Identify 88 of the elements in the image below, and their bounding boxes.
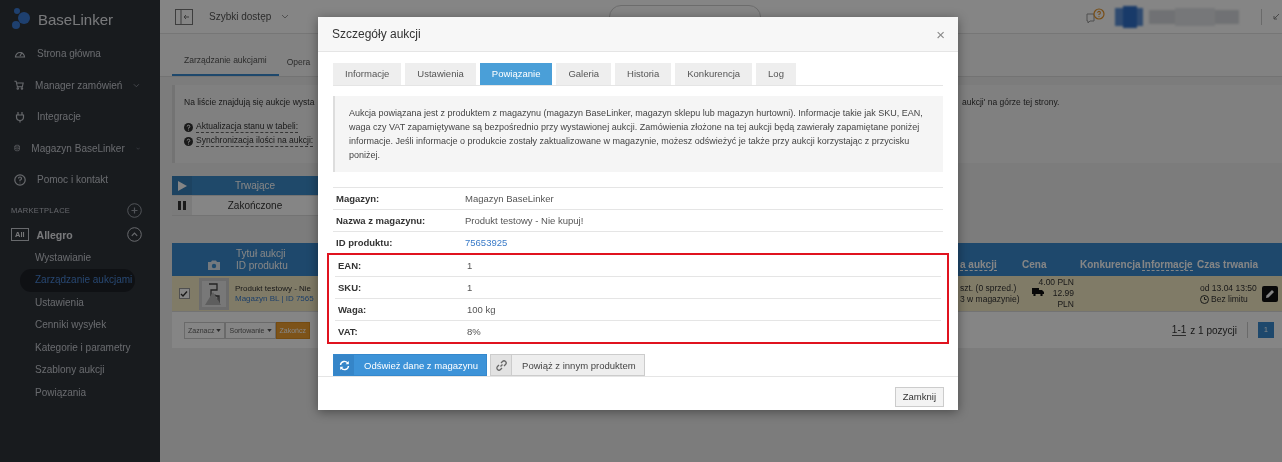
info-text: aukcji' na górze tej strony. [962,97,1061,107]
product-id-link[interactable]: 75653925 [465,237,508,248]
detail-value: 8% [467,326,481,337]
logo-icon [12,8,32,30]
start-date-text: od 13.04 13:50 [1200,282,1258,294]
detail-value: 1 [467,260,473,271]
status-filter-tab[interactable]: Trwające [172,176,318,196]
refresh-icon [338,359,350,371]
detail-label: EAN: [338,260,363,271]
column-header: Cena [1022,259,1047,270]
submenu-item[interactable]: Powiązania [0,381,160,404]
detail-label: Nazwa z magazynu: [336,215,427,226]
help-icon [184,122,193,132]
detail-value: 100 kg [467,304,496,315]
play-icon [177,180,187,191]
column-header[interactable]: Informacje [1142,258,1193,271]
chevron-down-icon [281,14,290,19]
sidebar-toggle-icon[interactable] [175,8,193,25]
column-header: Konkurencja [1080,259,1141,270]
detail-label: SKU: [338,282,363,293]
detail-label: Waga: [338,304,368,315]
nav-item[interactable]: Strona główna [0,38,160,70]
status-filter-tab[interactable]: Zakończone [172,196,318,216]
duration-text: Bez limitu [1211,293,1248,305]
detail-label: Magazyn: [336,193,381,204]
help-chat-icon[interactable] [1085,7,1105,26]
collapse-arrow-icon[interactable] [1272,11,1280,22]
clock-icon [1200,294,1209,304]
dialog-tab[interactable]: Historia [615,63,672,85]
dialog-tab[interactable]: Log [756,63,796,85]
link-product-button[interactable]: Powiąż z innym produktem [490,354,645,376]
price-text: 4.00 PLN [1038,277,1074,288]
column-header: Czas trwania [1197,259,1259,270]
quantity-cell: szt. (0 sprzed.) 3 w magazynie) [960,282,1020,305]
marketplace-label: Allegro [36,228,74,241]
submenu-item[interactable]: Zarządzanie aukcjami [20,269,135,292]
detail-value: Magazyn BaseLinker [465,193,554,204]
close-dialog-button[interactable]: Zamknij [894,387,944,407]
detail-label: VAT: [338,326,359,337]
help-icon [14,173,26,186]
truck-icon [1032,288,1044,296]
shipping-price-text: 12.99 PLN [1051,288,1074,310]
dialog-tab[interactable]: Konkurencja [675,63,753,85]
nav-item[interactable]: Manager zamówień [0,69,160,101]
caret-down-icon [266,328,272,332]
dialog-tab[interactable]: Galeria [556,63,612,85]
submenu-item[interactable]: Cenniki wysyłek [0,314,160,337]
camera-icon [208,259,220,270]
product-title[interactable]: Produkt testowy - Nie [235,283,312,294]
pencil-icon [1265,288,1275,299]
plug-icon [14,110,26,123]
page-tab[interactable]: Opera [278,57,323,76]
dialog-tab[interactable]: Informacje [333,63,402,85]
edit-button[interactable] [1262,285,1278,302]
caret-down-icon [216,328,222,332]
page-tab[interactable]: Zarządzanie aukcjami [172,55,279,76]
cart-icon [14,79,25,92]
dialog-title: Szczegóły aukcji [332,27,421,41]
link-icon [495,359,507,371]
notice-text: Aukcja powiązana jest z produktem z magazynu (magazyn BaseLinker, magazyn sklepu lub magazyn hurtowni). Informacje takie jak SKU, EAN, waga czy VAT zapamiętywane są bezpośrednio przy wystawionej aukcji. Zamówienia złożone na tej aukcji będą zawierały zapamiętane poniżej informacje. Jeśli informacje o produkcie zostały zaktualizowane w magazynie, możesz odświeżyć je także przy aukcji korzystając z przycisku poniżej. [333,96,943,172]
pagination-range-link[interactable]: 1-1 [1171,324,1187,336]
help-link[interactable]: Aktualizacja stanu w tabeli: [196,121,299,133]
help-link[interactable]: Synchronizacja ilości na aukcji: [196,135,314,147]
submenu-item[interactable]: Ustawienia [0,291,160,314]
quick-access-menu[interactable]: Szybki dostęp [209,11,272,22]
nav-item[interactable]: Integracje [0,101,160,133]
detail-label: ID produktu: [336,237,394,248]
nav-item[interactable]: Magazyn BaseLinker [0,132,160,164]
dialog-tab[interactable]: Powiązanie [479,63,553,85]
row-checkbox[interactable] [178,288,190,299]
detail-value: 1 [467,282,473,293]
logo-text: BaseLinker [38,10,114,28]
collapse-icon[interactable] [127,227,142,242]
submenu-item[interactable]: Kategorie i parametry [0,336,160,359]
dialog-tab[interactable]: Ustawienia [405,63,476,85]
help-icon [184,136,193,146]
column-header[interactable]: a aukcji [960,258,997,271]
column-header: Tytuł aukcji ID produktu [236,247,288,272]
product-id-link[interactable]: Magazyn BL | ID 7565 [235,293,314,304]
add-icon[interactable] [127,203,142,218]
pause-icon [178,201,186,210]
submenu-item[interactable]: Szablony aukcji [0,359,160,382]
pagination-summary: z 1 pozycji [1190,324,1237,336]
close-button[interactable]: × [936,25,945,43]
submenu-item[interactable]: Wystawianie [0,246,160,269]
detail-value: Produkt testowy - Nie kupuj! [465,215,584,226]
refresh-button[interactable]: Odśwież dane z magazynu [333,354,488,376]
info-text: Na liście znajdują się aukcje wysta [184,97,316,107]
